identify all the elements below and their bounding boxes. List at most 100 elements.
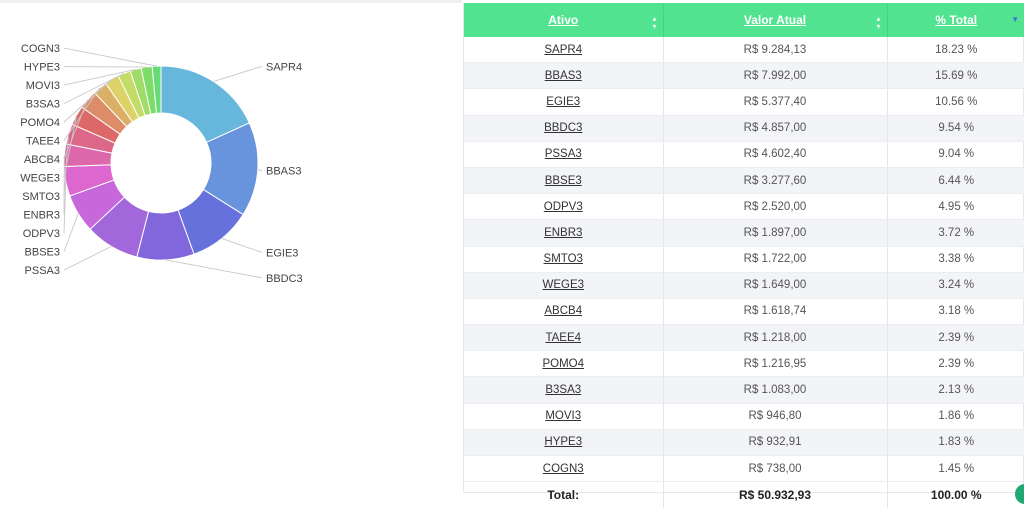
ticker-link[interactable]: BBDC3 <box>544 122 582 134</box>
table-row: TAEE4 R$ 1.218,002.39 % <box>464 325 1024 351</box>
cell-pct-total: 9.54 % <box>887 115 1024 141</box>
slice-label: PSSA3 <box>25 265 60 277</box>
table-row: B3SA3R$ 1.083,002.13 % <box>464 377 1024 403</box>
ticker-link[interactable]: BBSE3 <box>545 175 582 187</box>
table-row: ODPV3 R$ 2.520,004.95 % <box>464 194 1024 220</box>
slice-label: ENBR3 <box>23 210 60 222</box>
slice-label: EGIE3 <box>266 247 298 259</box>
donut-chart: SAPR4BBAS3EGIE3BBDC3COGN3HYPE3MOVI3B3SA3… <box>0 0 462 496</box>
slice-label: TAEE4 <box>26 136 60 148</box>
cell-pct-total: 2.39 % <box>887 325 1024 351</box>
cell-valor-atual: R$ 4.857,00 <box>663 115 887 141</box>
cell-valor-atual: R$ 1.897,00 <box>663 220 887 246</box>
cell-pct-total: 3.38 % <box>887 246 1024 272</box>
header-valor-atual[interactable]: Valor Atual ▴▾ <box>663 3 887 37</box>
cell-valor-atual: R$ 5.377,40 <box>663 89 887 115</box>
table-row: POMO4 R$ 1.216,952.39 % <box>464 351 1024 377</box>
cell-ativo: WEGE3 <box>464 272 663 298</box>
cell-valor-atual: R$ 1.218,00 <box>663 325 887 351</box>
table-row: SAPR4R$ 9.284,1318.23 % <box>464 37 1024 63</box>
slice-label: MOVI3 <box>26 80 60 92</box>
ticker-link[interactable]: SMTO3 <box>544 253 583 265</box>
cell-pct-total: 9.04 % <box>887 141 1024 167</box>
cell-pct-total: 10.56 % <box>887 89 1024 115</box>
cell-pct-total: 3.24 % <box>887 272 1024 298</box>
table-footer-row: Total: R$ 50.932,93 100.00 % <box>464 482 1024 508</box>
ticker-link[interactable]: ODPV3 <box>544 201 583 213</box>
cell-pct-total: 2.13 % <box>887 377 1024 403</box>
cell-valor-atual: R$ 7.992,00 <box>663 63 887 89</box>
label-leader-line <box>64 214 78 252</box>
ticker-link[interactable]: COGN3 <box>543 463 584 475</box>
header-pct-total[interactable]: % Total ▼ <box>887 3 1024 37</box>
ticker-link[interactable]: HYPE3 <box>544 436 582 448</box>
ticker-link[interactable]: POMO4 <box>542 358 584 370</box>
slice-label: SAPR4 <box>266 61 302 73</box>
ticker-link[interactable]: WEGE3 <box>542 279 584 291</box>
slice-label: COGN3 <box>21 43 60 55</box>
table-row: PSSA3R$ 4.602,409.04 % <box>464 141 1024 167</box>
ticker-link[interactable]: B3SA3 <box>545 384 581 396</box>
total-label: Total: <box>464 482 663 508</box>
cell-valor-atual: R$ 2.520,00 <box>663 194 887 220</box>
slice-label: ODPV3 <box>23 228 60 240</box>
sort-both-icon[interactable]: ▴▾ <box>652 15 656 31</box>
cell-ativo: EGIE3 <box>464 89 663 115</box>
ticker-link[interactable]: MOVI3 <box>545 410 581 422</box>
ticker-link[interactable]: PSSA3 <box>545 148 582 160</box>
cell-pct-total: 18.23 % <box>887 37 1024 63</box>
cell-ativo: SAPR4 <box>464 37 663 63</box>
cell-pct-total: 4.95 % <box>887 194 1024 220</box>
table-row: BBDC3 R$ 4.857,009.54 % <box>464 115 1024 141</box>
cell-pct-total: 15.69 % <box>887 63 1024 89</box>
label-leader-line <box>214 66 262 81</box>
cell-ativo: B3SA3 <box>464 377 663 403</box>
slice-label: ABCB4 <box>24 154 60 166</box>
cell-ativo: ABCB4 <box>464 298 663 324</box>
header-pct-label: % Total <box>935 13 977 27</box>
table-body: SAPR4R$ 9.284,1318.23 %BBAS3R$ 7.992,001… <box>464 37 1024 482</box>
cell-valor-atual: R$ 1.722,00 <box>663 246 887 272</box>
ticker-link[interactable]: EGIE3 <box>546 96 580 108</box>
table-row: ABCB4R$ 1.618,743.18 % <box>464 298 1024 324</box>
cell-valor-atual: R$ 932,91 <box>663 429 887 455</box>
cell-ativo: TAEE4 <box>464 325 663 351</box>
cell-ativo: ENBR3 <box>464 220 663 246</box>
ticker-link[interactable]: SAPR4 <box>544 44 582 56</box>
label-leader-line <box>64 48 157 66</box>
label-leader-line <box>222 238 262 252</box>
cell-ativo: COGN3 <box>464 456 663 482</box>
header-ativo[interactable]: Ativo ▴▾ <box>464 3 663 37</box>
ticker-link[interactable]: TAEE4 <box>545 332 581 344</box>
table-row: SMTO3 R$ 1.722,003.38 % <box>464 246 1024 272</box>
table-row: BBAS3 R$ 7.992,0015.69 % <box>464 63 1024 89</box>
ticker-link[interactable]: ENBR3 <box>544 227 582 239</box>
table-row: EGIE3 R$ 5.377,4010.56 % <box>464 89 1024 115</box>
cell-ativo: BBAS3 <box>464 63 663 89</box>
cell-ativo: BBDC3 <box>464 115 663 141</box>
cell-valor-atual: R$ 1.216,95 <box>663 351 887 377</box>
table-row: WEGE3 R$ 1.649,003.24 % <box>464 272 1024 298</box>
cell-ativo: ODPV3 <box>464 194 663 220</box>
label-leader-line <box>64 246 111 270</box>
cell-ativo: BBSE3 <box>464 167 663 193</box>
table-row: BBSE3R$ 3.277,606.44 % <box>464 167 1024 193</box>
cell-valor-atual: R$ 946,80 <box>663 403 887 429</box>
ticker-link[interactable]: ABCB4 <box>544 305 582 317</box>
sort-both-icon[interactable]: ▴▾ <box>876 15 880 31</box>
sort-desc-icon[interactable]: ▼ <box>1011 16 1019 24</box>
cell-pct-total: 2.39 % <box>887 351 1024 377</box>
slice-label: SMTO3 <box>22 191 60 203</box>
header-ativo-label: Ativo <box>548 13 578 27</box>
cell-pct-total: 1.45 % <box>887 456 1024 482</box>
table-row: ENBR3R$ 1.897,003.72 % <box>464 220 1024 246</box>
table-header-row: Ativo ▴▾ Valor Atual ▴▾ % Total ▼ <box>464 3 1024 37</box>
ticker-link[interactable]: BBAS3 <box>545 70 582 82</box>
cell-ativo: MOVI3 <box>464 403 663 429</box>
label-leader-line <box>258 170 262 171</box>
cell-valor-atual: R$ 1.649,00 <box>663 272 887 298</box>
cell-ativo: SMTO3 <box>464 246 663 272</box>
total-valor: R$ 50.932,93 <box>663 482 887 508</box>
table-row: COGN3R$ 738,001.45 % <box>464 456 1024 482</box>
cell-pct-total: 6.44 % <box>887 167 1024 193</box>
